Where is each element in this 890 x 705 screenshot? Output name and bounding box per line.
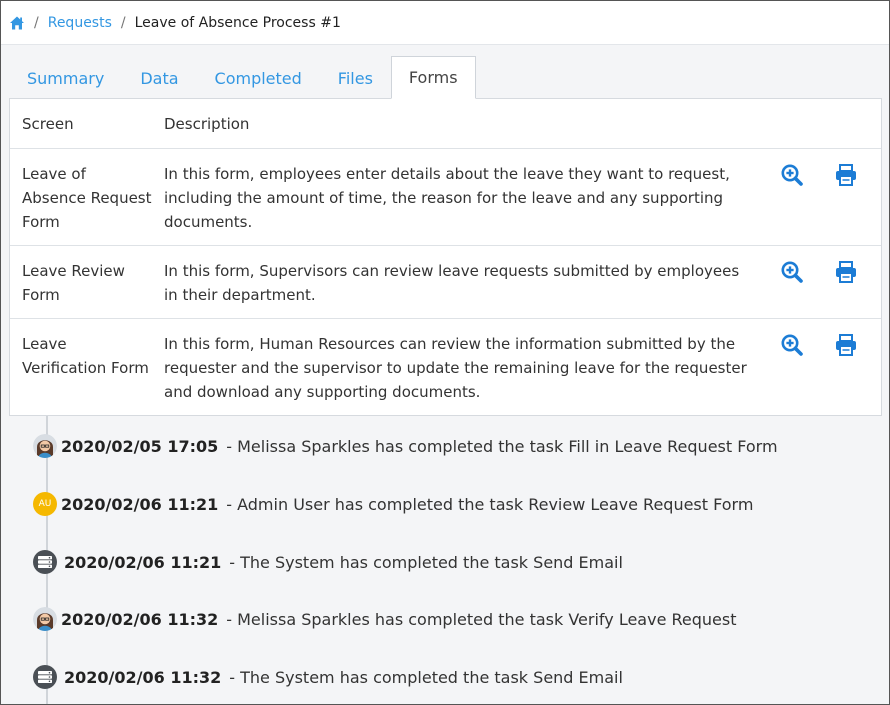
user-avatar (33, 434, 57, 458)
timeline-item: 2020/02/06 11:32 - The System has comple… (33, 664, 623, 690)
tab-bar: Summary Data Completed Files Forms (9, 56, 882, 99)
print-icon[interactable] (834, 333, 858, 357)
table-row: Leave Review Form In this form, Supervis… (10, 246, 881, 319)
timeline-item: 2020/02/06 11:21 - The System has comple… (33, 549, 623, 575)
print-icon[interactable] (834, 163, 858, 187)
table-row: Leave Verification Form In this form, Hu… (10, 319, 881, 415)
timeline-text: - The System has completed the task Send… (229, 552, 623, 572)
screen-description: In this form, employees enter details ab… (164, 165, 730, 231)
forms-screen: / Requests / Leave of Absence Process #1… (0, 0, 890, 705)
breadcrumb-separator: / (34, 14, 39, 31)
timeline-date: 2020/02/06 11:21 (61, 494, 219, 514)
column-header-screen: Screen (22, 115, 74, 133)
timeline-date: 2020/02/06 11:32 (64, 667, 222, 687)
table-header: Screen Description (10, 99, 881, 149)
timeline-date: 2020/02/06 11:21 (64, 552, 222, 572)
timeline-item: 2020/02/06 11:32 - Melissa Sparkles has … (33, 606, 736, 632)
screen-name: Leave of Absence Request Form (22, 165, 152, 231)
user-initials-avatar: AU (33, 492, 57, 516)
tab-data[interactable]: Data (122, 57, 196, 99)
timeline-text: - The System has completed the task Send… (229, 667, 623, 687)
breadcrumb-separator: / (120, 14, 126, 31)
tab-completed[interactable]: Completed (197, 57, 320, 99)
timeline-text: - Melissa Sparkles has completed the tas… (226, 609, 737, 629)
breadcrumb-requests-link[interactable]: Requests (48, 15, 112, 31)
timeline-item: 2020/02/05 17:05 - Melissa Sparkles has … (33, 433, 778, 459)
screen-description: In this form, Supervisors can review lea… (164, 262, 740, 304)
screen-description: In this form, Human Resources can review… (164, 335, 747, 401)
column-header-description: Description (164, 115, 250, 133)
user-avatar (33, 607, 57, 631)
timeline-date: 2020/02/06 11:32 (61, 609, 219, 629)
screen-name: Leave Review Form (22, 262, 125, 304)
tab-files[interactable]: Files (320, 57, 391, 99)
tab-forms[interactable]: Forms (390, 56, 476, 99)
breadcrumb: / Requests / Leave of Absence Process #1 (1, 1, 889, 45)
zoom-in-icon[interactable] (780, 260, 804, 284)
tab-summary[interactable]: Summary (9, 57, 122, 99)
timeline-item: AU 2020/02/06 11:21 - Admin User has com… (33, 491, 753, 517)
server-icon (33, 665, 57, 689)
server-icon (33, 550, 57, 574)
timeline-text: - Admin User has completed the task Revi… (226, 494, 754, 514)
timeline-text: - Melissa Sparkles has completed the tas… (226, 436, 778, 456)
forms-table: Screen Description Leave of Absence Requ… (9, 98, 882, 416)
zoom-in-icon[interactable] (780, 333, 804, 357)
table-row: Leave of Absence Request Form In this fo… (10, 149, 881, 246)
timeline-date: 2020/02/05 17:05 (61, 436, 219, 456)
breadcrumb-current: Leave of Absence Process #1 (134, 14, 341, 31)
zoom-in-icon[interactable] (780, 163, 804, 187)
print-icon[interactable] (834, 260, 858, 284)
home-icon[interactable] (9, 15, 25, 31)
screen-name: Leave Verification Form (22, 335, 149, 377)
